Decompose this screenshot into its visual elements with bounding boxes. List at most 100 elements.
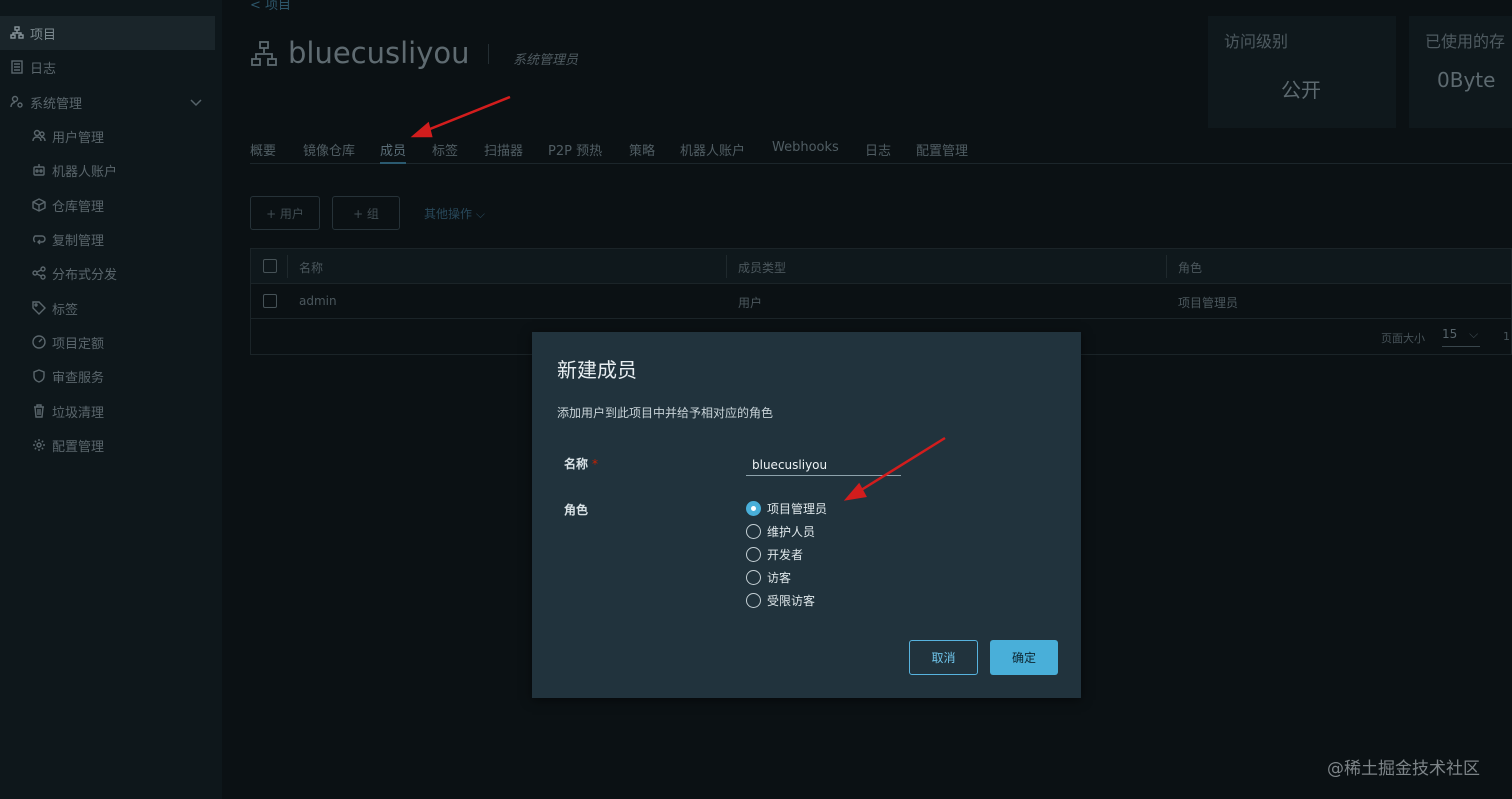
- sidebar-item-label: 日志: [30, 61, 57, 77]
- breadcrumb-back-link[interactable]: < 项目: [250, 0, 291, 13]
- shield-icon: [32, 369, 46, 383]
- role-option-developer[interactable]: 开发者: [746, 544, 803, 564]
- watermark: @稀土掘金技术社区: [1327, 759, 1480, 779]
- access-level-value: 公开: [1281, 78, 1321, 102]
- tab-p2p-preheat[interactable]: P2P 预热: [548, 140, 602, 164]
- storage-value: 0Byte: [1437, 68, 1496, 92]
- column-divider: [726, 255, 727, 278]
- row-checkbox[interactable]: [263, 294, 277, 308]
- name-label: 名称 *: [564, 455, 598, 472]
- column-divider: [287, 255, 288, 278]
- role-option-label: 访客: [767, 570, 792, 585]
- tab-policy[interactable]: 策略: [629, 140, 655, 164]
- confirm-button[interactable]: 确定: [990, 640, 1058, 675]
- tag-icon: [32, 301, 46, 315]
- role-option-project-admin[interactable]: 项目管理员: [746, 498, 827, 518]
- page-size-label: 页面大小: [1381, 332, 1425, 345]
- sidebar-item-label: 仓库管理: [52, 199, 105, 215]
- cancel-button[interactable]: 取消: [909, 640, 978, 675]
- page-title: bluecusliyou: [288, 36, 470, 70]
- quota-icon: [32, 335, 46, 349]
- sidebar-item-label: 审查服务: [52, 370, 105, 386]
- project-role: 系统管理员: [513, 53, 579, 68]
- sidebar-item-gc[interactable]: 垃圾清理: [0, 394, 215, 428]
- arrow-to-members-tab: [424, 95, 511, 133]
- role-option-label: 维护人员: [767, 524, 816, 539]
- sidebar-item-label: 项目: [30, 27, 57, 43]
- robot-icon: [32, 163, 46, 177]
- chevron-down-icon: ⌵: [475, 207, 485, 221]
- storage-card: 已使用的存 0Byte: [1409, 16, 1512, 128]
- sidebar-item-label: 垃圾清理: [52, 405, 105, 421]
- radio-button[interactable]: [746, 523, 761, 539]
- add-user-button[interactable]: + 用户: [250, 196, 320, 230]
- replication-icon: [32, 232, 46, 246]
- sidebar-item-label: 项目定额: [52, 336, 105, 352]
- sidebar-item-label: 分布式分发: [52, 267, 118, 283]
- chevron-down-icon[interactable]: [189, 95, 203, 109]
- table-row[interactable]: admin 用户 项目管理员: [251, 284, 1511, 319]
- tab-logs[interactable]: 日志: [865, 140, 891, 164]
- sidebar-item-label: 标签: [52, 302, 79, 318]
- share-icon: [32, 266, 46, 280]
- tab-configuration[interactable]: 配置管理: [916, 140, 968, 164]
- sidebar-item-interrogation[interactable]: 审查服务: [0, 359, 215, 393]
- title-divider: [488, 44, 489, 64]
- modal-title: 新建成员: [557, 358, 637, 382]
- modal-description: 添加用户到此项目中并给予相对应的角色: [557, 406, 774, 420]
- select-all-checkbox[interactable]: [263, 259, 277, 273]
- sidebar-item-projects[interactable]: 项目: [0, 16, 215, 50]
- radio-button[interactable]: [746, 592, 761, 608]
- column-divider: [1166, 255, 1167, 278]
- tab-labels[interactable]: 标签: [432, 140, 458, 164]
- sidebar-item-registries[interactable]: 仓库管理: [0, 188, 215, 222]
- tab-members[interactable]: 成员: [380, 140, 407, 164]
- sidebar-item-replications[interactable]: 复制管理: [0, 222, 215, 256]
- column-header-name[interactable]: 名称: [299, 259, 323, 276]
- more-actions-dropdown[interactable]: 其他操作 ⌵: [424, 205, 485, 222]
- sidebar: 项目 日志 系统管理 用户管理 机器人账户 仓库管理 复制管理 分布式分发 标签…: [0, 0, 222, 799]
- sidebar-item-label: 配置管理: [52, 439, 105, 455]
- radio-button[interactable]: [746, 569, 761, 585]
- radio-button[interactable]: [746, 546, 761, 562]
- role-option-limited-guest[interactable]: 受限访客: [746, 590, 815, 610]
- sidebar-item-distributions[interactable]: 分布式分发: [0, 256, 215, 290]
- arrow-head: [410, 121, 433, 138]
- member-role: 项目管理员: [1178, 296, 1239, 310]
- chevron-down-icon: ⌵: [1469, 327, 1479, 341]
- radio-button-checked[interactable]: [746, 500, 761, 516]
- users-icon: [32, 129, 46, 143]
- sidebar-item-label: 用户管理: [52, 130, 105, 146]
- sidebar-item-users[interactable]: 用户管理: [0, 119, 215, 153]
- sidebar-item-admin[interactable]: 系统管理: [0, 85, 215, 119]
- sidebar-item-label: 复制管理: [52, 233, 105, 249]
- role-option-guest[interactable]: 访客: [746, 567, 791, 587]
- member-name: admin: [299, 294, 337, 308]
- sidebar-item-logs[interactable]: 日志: [0, 50, 215, 84]
- role-label: 角色: [564, 503, 589, 517]
- access-level-label: 访问级别: [1224, 32, 1289, 51]
- tab-summary[interactable]: 概要: [250, 140, 276, 164]
- sidebar-item-quotas[interactable]: 项目定额: [0, 325, 215, 359]
- tab-repositories[interactable]: 镜像仓库: [303, 140, 355, 164]
- tab-robot-accounts[interactable]: 机器人账户: [680, 140, 745, 164]
- name-label-text: 名称: [564, 457, 589, 471]
- tab-webhooks[interactable]: Webhooks: [772, 140, 839, 164]
- trash-icon: [32, 404, 46, 418]
- add-group-button[interactable]: + 组: [332, 196, 400, 230]
- sidebar-item-config[interactable]: 配置管理: [0, 428, 215, 462]
- column-header-role[interactable]: 角色: [1178, 259, 1202, 276]
- tab-scanner[interactable]: 扫描器: [484, 140, 523, 164]
- storage-label: 已使用的存: [1425, 32, 1506, 51]
- sidebar-item-robot-accounts[interactable]: 机器人账户: [0, 153, 215, 187]
- page-size-select[interactable]: 15 ⌵: [1442, 327, 1480, 347]
- role-option-maintainer[interactable]: 维护人员: [746, 521, 815, 541]
- sidebar-item-labels[interactable]: 标签: [0, 291, 215, 325]
- member-name-input[interactable]: [746, 454, 901, 476]
- project-tabs: 概要 镜像仓库 成员 标签 扫描器 P2P 预热 策略 机器人账户 Webhoo…: [250, 140, 1512, 164]
- page-info: 1: [1503, 330, 1510, 343]
- column-header-member-type[interactable]: 成员类型: [738, 259, 786, 276]
- gear-icon: [32, 438, 46, 452]
- admin-icon: [10, 95, 24, 109]
- new-member-modal: 新建成员 添加用户到此项目中并给予相对应的角色 名称* 角色 项目管理员 维护人…: [532, 332, 1081, 698]
